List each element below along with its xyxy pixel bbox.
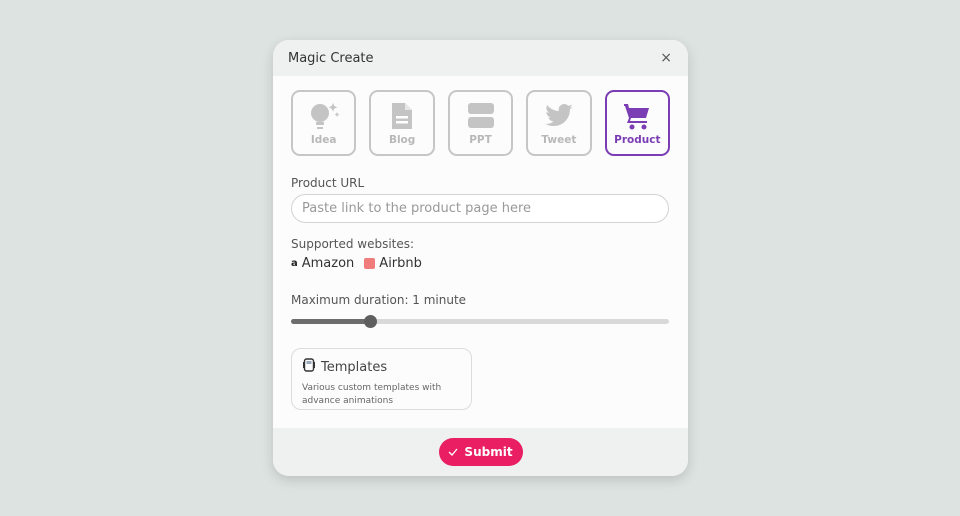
duration-slider[interactable] [291,315,669,328]
slider-thumb[interactable] [364,315,378,328]
slides-icon [467,101,495,131]
submit-label: Submit [464,445,513,459]
product-url-input[interactable] [291,194,669,223]
templates-title: Templates [321,359,388,375]
type-tweet[interactable]: Tweet [526,90,592,156]
type-label: PPT [469,133,492,146]
document-icon [390,101,414,131]
twitter-icon [543,101,575,131]
site-name: Amazon [301,256,355,271]
airbnb-icon [364,258,376,269]
dialog-footer: Submit [273,428,688,476]
amazon-icon: a [291,258,298,269]
templates-description: Various custom templates with advance an… [302,383,442,406]
type-idea[interactable]: Idea [291,90,357,156]
submit-button[interactable]: Submit [438,438,523,466]
type-blog[interactable]: Blog [369,90,435,156]
close-icon[interactable]: × [660,50,672,66]
type-label: Idea [310,133,337,146]
templates-card[interactable]: Templates Various custom templates with … [291,348,472,410]
dialog-title: Magic Create [288,50,374,66]
supported-websites-label: Supported websites: [291,237,415,251]
product-url-label: Product URL [291,176,365,190]
site-name: Airbnb [379,256,422,271]
templates-icon [302,358,316,376]
site-amazon: a Amazon [291,256,354,271]
slider-fill [291,319,371,324]
type-label: Blog [388,133,416,146]
magic-create-dialog: Magic Create × Idea Blog PPT Tweet Produ… [273,40,688,476]
content-type-selector: Idea Blog PPT Tweet Product [273,76,688,156]
cart-icon [622,101,652,131]
dialog-header: Magic Create × [273,40,688,76]
lightbulb-icon [307,101,341,131]
type-product[interactable]: Product [604,90,671,156]
type-ppt[interactable]: PPT [447,90,514,156]
type-label: Product [614,133,661,146]
type-label: Tweet [541,133,577,146]
supported-sites-list: a Amazon Airbnb [291,256,670,271]
duration-label: Maximum duration: 1 minute [291,293,467,307]
check-icon [448,445,458,459]
site-airbnb: Airbnb [364,256,422,271]
